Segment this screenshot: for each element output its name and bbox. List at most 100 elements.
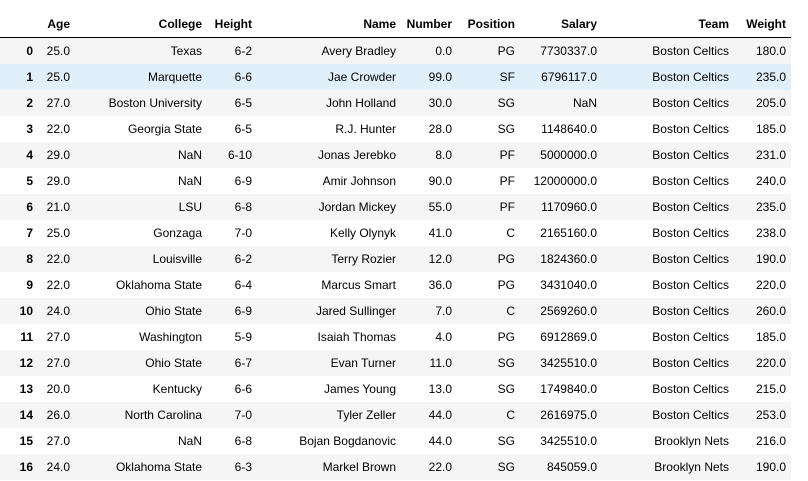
table-row[interactable]: 15 27.0 NaN 6-8 Bojan Bogdanovic 44.0 SG 342551… — [0, 428, 791, 454]
row-index: 7 — [26, 226, 33, 240]
table-cell: 6-8 — [234, 434, 252, 448]
table-row[interactable]: 9 22.0 Oklahoma State 6-4 Marcus Smart 36.0 PG… — [0, 272, 791, 298]
table-row[interactable]: 10 24.0 Ohio State 6-9 Jared Sullinger 7.0 C 25… — [0, 298, 791, 324]
table-cell: Ohio State — [145, 356, 202, 370]
column-header: Height — [214, 17, 252, 31]
table-cell: Brooklyn Nets — [654, 460, 729, 474]
table-cell: PF — [499, 174, 515, 188]
row-index: 8 — [26, 252, 33, 266]
table-cell: 216.0 — [755, 434, 786, 448]
table-cell: Amir Johnson — [322, 174, 396, 188]
table-cell: 8.0 — [435, 148, 452, 162]
table-cell: 6912869.0 — [540, 330, 597, 344]
column-header: Team — [698, 17, 729, 31]
table-cell: 6-4 — [234, 278, 252, 292]
table-cell: 238.0 — [755, 226, 786, 240]
row-index: 14 — [19, 408, 33, 422]
table-cell: C — [506, 226, 515, 240]
table-row[interactable]: 3 22.0 Georgia State 6-5 R.J. Hunter 28.0 SG 11… — [0, 116, 791, 142]
table-cell: 22.0 — [46, 252, 70, 266]
table-cell: 29.0 — [46, 174, 70, 188]
row-index: 6 — [26, 200, 33, 214]
table-cell: 44.0 — [428, 408, 452, 422]
table-cell: Markel Brown — [322, 460, 396, 474]
table-cell: 6-9 — [234, 174, 252, 188]
table-cell: 27.0 — [46, 356, 70, 370]
table-cell: Boston Celtics — [652, 200, 729, 214]
table-cell: 6-2 — [234, 44, 252, 58]
table-row[interactable]: 4 29.0 NaN 6-10 Jonas Jerebko 8.0 PF 5000000.0 B… — [0, 142, 791, 168]
column-header: Position — [467, 17, 515, 31]
row-index: 2 — [26, 96, 33, 110]
table-cell: Jordan Mickey — [318, 200, 396, 214]
table-cell: 2569260.0 — [540, 304, 597, 318]
table-cell: 20.0 — [46, 382, 70, 396]
column-header: Name — [363, 17, 396, 31]
table-cell: 3425510.0 — [540, 356, 597, 370]
table-cell: PG — [497, 252, 515, 266]
table-cell: 2165160.0 — [540, 226, 597, 240]
table-cell: 22.0 — [46, 278, 70, 292]
table-cell: PF — [499, 148, 515, 162]
table-row[interactable]: 11 27.0 Washington 5-9 Isaiah Thomas 4.0 PG 691… — [0, 324, 791, 350]
table-cell: 27.0 — [46, 96, 70, 110]
row-index: 5 — [26, 174, 33, 188]
table-cell: Georgia State — [127, 122, 202, 136]
table-row[interactable]: 13 20.0 Kentucky 6-6 James Young 13.0 SG 174984… — [0, 376, 791, 402]
table-cell: Brooklyn Nets — [654, 434, 729, 448]
table-cell: 185.0 — [755, 330, 786, 344]
table-cell: Marcus Smart — [321, 278, 396, 292]
table-cell: 235.0 — [755, 200, 786, 214]
table-cell: PF — [499, 200, 515, 214]
table-cell: Boston Celtics — [652, 330, 729, 344]
table-cell: John Holland — [325, 96, 396, 110]
row-index: 13 — [19, 382, 33, 396]
table-cell: 6-6 — [234, 382, 252, 396]
table-cell: Kelly Olynyk — [329, 226, 396, 240]
table-row[interactable]: 16 24.0 Oklahoma State 6-3 Markel Brown 22.0 S… — [0, 454, 791, 480]
table-cell: 231.0 — [755, 148, 786, 162]
table-cell: 29.0 — [46, 148, 70, 162]
table-cell: PG — [497, 278, 515, 292]
table-cell: 22.0 — [46, 122, 70, 136]
table-cell: SG — [497, 122, 515, 136]
table-cell: 26.0 — [46, 408, 70, 422]
table-cell: 5-9 — [234, 330, 252, 344]
header-row: Age College Height Name Number Position Salary… — [0, 11, 791, 38]
row-index: 4 — [26, 148, 33, 162]
table-cell: 41.0 — [428, 226, 452, 240]
table-cell: North Carolina — [124, 408, 202, 422]
table-cell: Boston Celtics — [652, 174, 729, 188]
table-cell: Boston Celtics — [652, 382, 729, 396]
table-row[interactable]: 12 27.0 Ohio State 6-7 Evan Turner 11.0 SG 3425… — [0, 350, 791, 376]
table-row[interactable]: 7 25.0 Gonzaga 7-0 Kelly Olynyk 41.0 C 2165160.… — [0, 220, 791, 246]
table-cell: 185.0 — [755, 122, 786, 136]
table-cell: 36.0 — [428, 278, 452, 292]
table-cell: Texas — [170, 44, 202, 58]
table-row[interactable]: 5 29.0 NaN 6-9 Amir Johnson 90.0 PF 12000000.0 B… — [0, 168, 791, 194]
row-index: 12 — [19, 356, 33, 370]
column-header: College — [158, 17, 202, 31]
table-cell: Boston Celtics — [652, 96, 729, 110]
table-row[interactable]: 1 25.0 Marquette 6-6 Jae Crowder 99.0 SF 679611… — [0, 64, 791, 90]
table-cell: C — [506, 408, 515, 422]
table-row[interactable]: 2 27.0 Boston University 6-5 John Holland 30.… — [0, 90, 791, 116]
table-row[interactable]: 0 25.0 Texas 6-2 Avery Bradley 0.0 PG 7730337.0… — [0, 37, 791, 64]
table-cell: 27.0 — [46, 434, 70, 448]
table-cell: NaN — [177, 148, 202, 162]
table-cell: Jae Crowder — [327, 70, 396, 84]
table-row[interactable]: 6 21.0 LSU 6-8 Jordan Mickey 55.0 PF 1170960.0 B… — [0, 194, 791, 220]
table-cell: 6-2 — [234, 252, 252, 266]
table-cell: Kentucky — [152, 382, 202, 396]
table-cell: 7-0 — [234, 226, 252, 240]
table-cell: 3431040.0 — [540, 278, 597, 292]
table-cell: 21.0 — [46, 200, 70, 214]
table-cell: 44.0 — [428, 434, 452, 448]
table-row[interactable]: 14 26.0 North Carolina 7-0 Tyler Zeller 44.0 C… — [0, 402, 791, 428]
table-cell: 0.0 — [435, 44, 452, 58]
table-cell: 6-8 — [234, 200, 252, 214]
table-cell: 235.0 — [755, 70, 786, 84]
column-header: Weight — [746, 17, 786, 31]
table-row[interactable]: 8 22.0 Louisville 6-2 Terry Rozier 12.0 PG 1824… — [0, 246, 791, 272]
table-cell: Louisville — [152, 252, 202, 266]
